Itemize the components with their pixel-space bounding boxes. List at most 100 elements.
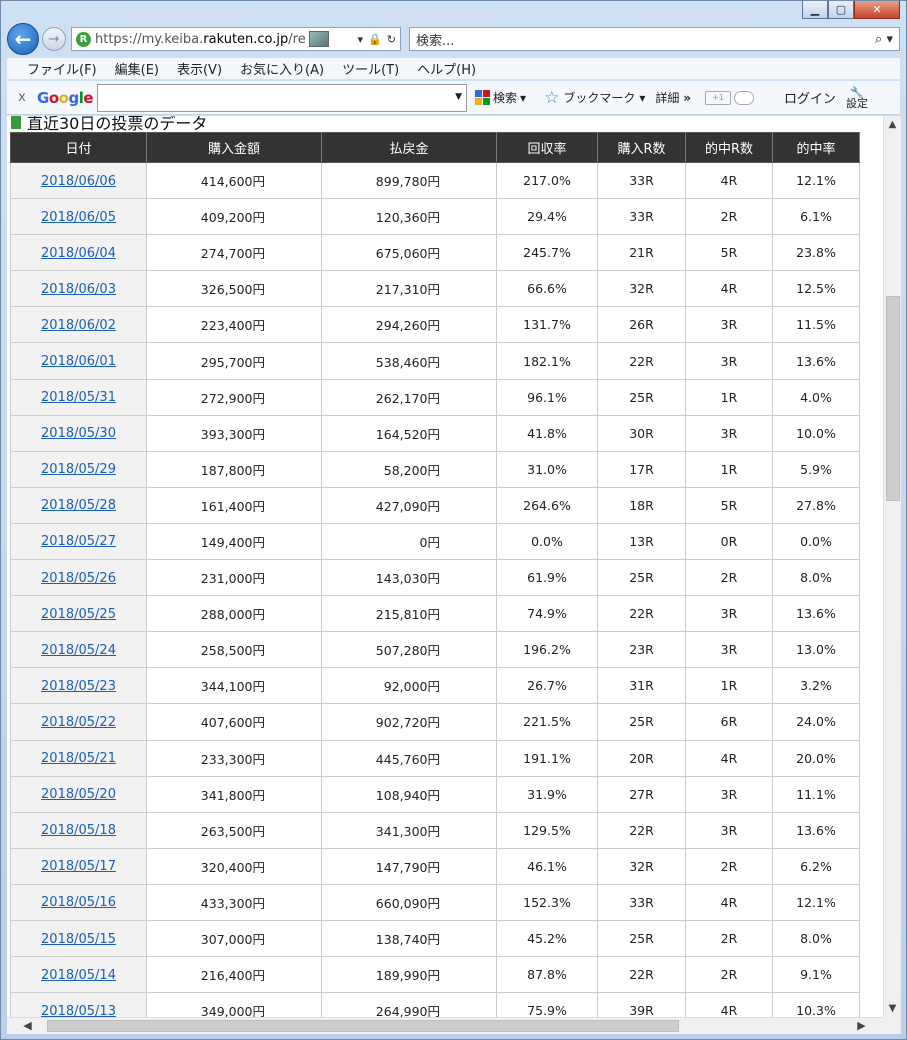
table-cell: 344,100円: [146, 667, 322, 705]
table-row: 2018/06/04 274,700円 675,060円 245.7% 21R 5R 23.…: [10, 234, 860, 272]
table-cell: 92,000円: [321, 667, 497, 705]
table-cell: 341,800円: [146, 775, 322, 813]
date-link[interactable]: 2018/05/31: [41, 390, 116, 405]
date-link[interactable]: 2018/05/26: [41, 571, 116, 586]
table-row: 2018/06/05 409,200円 120,360円 29.4% 33R 2R 6.1%: [10, 198, 860, 236]
date-link[interactable]: 2018/05/20: [41, 787, 116, 802]
date-link[interactable]: 2018/06/03: [41, 282, 116, 297]
table-cell: 8.0%: [772, 919, 860, 958]
google-search-input[interactable]: ▼: [97, 83, 468, 112]
table-cell: 26.7%: [496, 667, 598, 705]
date-link[interactable]: 2018/05/17: [41, 859, 116, 874]
menu-view[interactable]: 表示(V): [177, 59, 222, 78]
date-link[interactable]: 2018/05/25: [41, 607, 116, 622]
menu-favorites[interactable]: お気に入り(A): [240, 59, 324, 78]
table-cell: 445,760円: [321, 739, 497, 777]
date-link[interactable]: 2018/05/13: [41, 1004, 116, 1017]
menu-file[interactable]: ファイル(F): [27, 59, 97, 78]
date-link[interactable]: 2018/05/16: [41, 895, 116, 910]
table-cell: 11.5%: [772, 306, 860, 344]
table-cell: 32R: [597, 270, 686, 308]
table-cell: 4R: [685, 739, 773, 777]
date-link[interactable]: 2018/05/24: [41, 643, 116, 658]
table-cell: 25R: [597, 378, 686, 416]
close-window-button[interactable]: ✕: [854, 1, 900, 19]
date-link[interactable]: 2018/05/30: [41, 426, 116, 441]
table-cell: 294,260円: [321, 306, 497, 344]
date-cell: 2018/05/20: [10, 775, 147, 813]
date-link[interactable]: 2018/05/21: [41, 751, 116, 766]
navigation-bar: ← → R https://my.keiba.rakuten.co.jp/rec…: [7, 21, 900, 57]
plus-one-button[interactable]: +1: [704, 90, 731, 105]
dropdown-arrow-icon[interactable]: ▾: [358, 33, 364, 46]
table-cell: 12.1%: [772, 883, 860, 921]
date-link[interactable]: 2018/05/22: [41, 715, 116, 730]
google-apps-icon: [475, 90, 491, 105]
date-link[interactable]: 2018/05/18: [41, 823, 116, 838]
scroll-up-icon[interactable]: ▲: [884, 116, 901, 133]
minimize-button[interactable]: ▁: [802, 1, 828, 19]
lock-icon[interactable]: 🔒: [368, 33, 382, 46]
date-link[interactable]: 2018/06/06: [41, 174, 116, 189]
maximize-button[interactable]: ▢: [828, 1, 854, 19]
date-cell: 2018/05/22: [10, 703, 147, 741]
login-button[interactable]: ログイン: [784, 88, 836, 107]
date-link[interactable]: 2018/05/29: [41, 462, 116, 477]
menu-bar: ファイル(F) 編集(E) 表示(V) お気に入り(A) ツール(T) ヘルプ(…: [7, 58, 900, 80]
refresh-icon[interactable]: ↻: [387, 33, 396, 46]
table-cell: 433,300円: [146, 883, 322, 921]
scroll-left-icon[interactable]: ◀: [19, 1018, 36, 1034]
table-cell: 143,030円: [321, 559, 497, 597]
horizontal-scroll-thumb[interactable]: [47, 1020, 679, 1032]
table-cell: 407,600円: [146, 703, 322, 741]
vertical-scroll-thumb[interactable]: [886, 296, 900, 501]
date-link[interactable]: 2018/05/28: [41, 498, 116, 513]
scroll-right-icon[interactable]: ▶: [853, 1018, 870, 1034]
back-arrow-icon[interactable]: ←: [7, 23, 39, 55]
table-cell: 41.8%: [496, 414, 598, 452]
date-link[interactable]: 2018/05/15: [41, 932, 116, 947]
table-cell: 191.1%: [496, 739, 598, 777]
menu-help[interactable]: ヘルプ(H): [417, 59, 476, 78]
date-link[interactable]: 2018/06/04: [41, 246, 116, 261]
table-cell: 46.1%: [496, 847, 598, 885]
menu-tools[interactable]: ツール(T): [342, 59, 399, 78]
vertical-scrollbar[interactable]: ▲ ▼: [883, 116, 901, 1017]
scroll-down-icon[interactable]: ▼: [884, 1000, 901, 1017]
table-cell: 13.6%: [772, 811, 860, 849]
horizontal-scrollbar[interactable]: ◀ ▶: [7, 1017, 883, 1034]
browser-search-box[interactable]: 検索... ⌕ ▾: [409, 27, 900, 51]
details-button[interactable]: 詳細 »: [655, 89, 691, 106]
date-link[interactable]: 2018/05/27: [41, 534, 116, 549]
search-icon[interactable]: ⌕ ▾: [875, 32, 893, 47]
table-cell: 4R: [685, 992, 773, 1017]
date-link[interactable]: 2018/06/02: [41, 318, 116, 333]
table-row: 2018/05/22 407,600円 902,720円 221.5% 25R 6R 24.…: [10, 703, 860, 741]
date-cell: 2018/06/02: [10, 306, 147, 344]
date-link[interactable]: 2018/05/14: [41, 968, 116, 983]
table-cell: 22R: [597, 595, 686, 633]
table-cell: 27.8%: [772, 486, 860, 524]
table-row: 2018/05/20 341,800円 108,940円 31.9% 27R 3R 11.1…: [10, 775, 860, 813]
settings-button[interactable]: 🔧 設定: [846, 87, 868, 109]
date-cell: 2018/05/13: [10, 992, 147, 1017]
date-link[interactable]: 2018/06/01: [41, 354, 116, 369]
site-favicon-icon: R: [76, 31, 91, 47]
table-cell: 87.8%: [496, 956, 598, 994]
toolbar-close-icon[interactable]: x: [13, 90, 31, 105]
table-cell: 22R: [597, 811, 686, 849]
date-link[interactable]: 2018/05/23: [41, 679, 116, 694]
forward-arrow-icon[interactable]: →: [42, 27, 66, 51]
table-cell: 25R: [597, 559, 686, 597]
date-link[interactable]: 2018/06/05: [41, 210, 116, 225]
bookmark-button[interactable]: ☆ ブックマーク ▾: [544, 88, 645, 108]
toggle-switch[interactable]: [733, 90, 754, 105]
address-bar[interactable]: R https://my.keiba.rakuten.co.jp/rece ▾ …: [71, 27, 401, 51]
url-text[interactable]: https://my.keiba.rakuten.co.jp/rece: [95, 32, 305, 47]
chevron-down-icon[interactable]: ▼: [455, 92, 462, 102]
google-search-button[interactable]: 検索 ▾: [475, 89, 526, 106]
menu-edit[interactable]: 編集(E): [115, 59, 159, 78]
date-cell: 2018/05/15: [10, 919, 147, 958]
betting-results-table: 日付 購入金額 払戻金 回収率 購入R数 的中R数 的中率 2018/06/06 414,60…: [10, 132, 860, 1017]
table-row: 2018/05/15 307,000円 138,740円 45.2% 25R 2R 8.0%: [10, 919, 860, 958]
